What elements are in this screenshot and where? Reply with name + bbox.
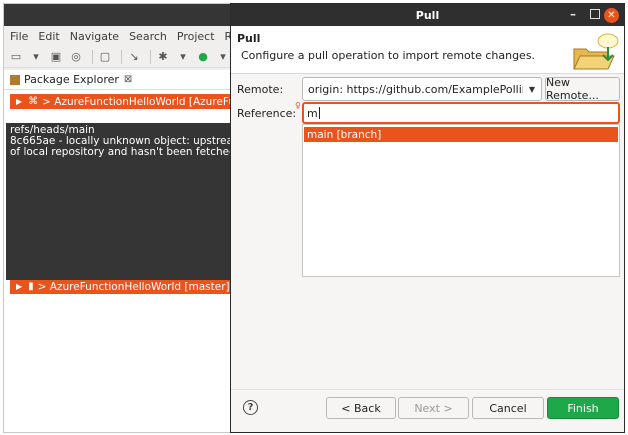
dropdown-icon[interactable]: ▾ <box>28 49 44 65</box>
menu-file[interactable]: File <box>10 30 28 43</box>
menu-navigate[interactable]: Navigate <box>70 30 119 43</box>
cancel-button[interactable]: Cancel <box>472 397 544 419</box>
close-icon[interactable]: ⊠ <box>124 74 132 85</box>
remote-select-value: origin: https://github.com/ExamplePollin… <box>308 82 523 96</box>
menu-search[interactable]: Search <box>129 30 167 43</box>
toolbar-separator <box>150 49 151 64</box>
toolbar-separator <box>121 49 122 64</box>
pull-banner-icon <box>573 33 619 70</box>
remote-select[interactable]: origin: https://github.com/ExamplePollin… <box>302 77 542 101</box>
toggle-icon[interactable]: ↘ <box>126 49 142 65</box>
repository-icon: ▮ <box>28 281 34 292</box>
reference-label: Reference: <box>237 107 297 120</box>
new-icon[interactable]: ▭ <box>8 49 24 65</box>
content-assist-popup: main [branch] <box>302 124 620 277</box>
save-all-icon[interactable]: ◎ <box>68 49 84 65</box>
proposal-item[interactable]: main [branch] <box>304 127 618 142</box>
package-explorer-tab-label: Package Explorer <box>24 73 119 86</box>
terminal-icon[interactable]: ▢ <box>97 49 113 65</box>
menu-project[interactable]: Project <box>177 30 215 43</box>
run-icon[interactable]: ● <box>195 49 211 65</box>
content-assist-indicator-icon: ♀ <box>295 101 301 110</box>
chevron-down-icon[interactable]: ▼ <box>523 85 541 94</box>
dialog-header-title: Pull <box>237 32 261 45</box>
dialog-window-title: Pull <box>415 8 440 22</box>
debug-icon[interactable]: ✱ <box>155 49 171 65</box>
dialog-header-description: Configure a pull operation to import rem… <box>241 49 536 62</box>
dropdown-icon[interactable]: ▾ <box>215 49 231 65</box>
dialog-header: Pull Configure a pull operation to impor… <box>231 26 624 74</box>
maximize-icon[interactable] <box>590 9 600 19</box>
next-button[interactable]: Next > <box>398 397 469 419</box>
minimize-icon[interactable]: – <box>566 8 580 22</box>
text-caret <box>318 107 320 119</box>
dialog-titlebar: Pull – ✕ <box>231 4 624 26</box>
dropdown-icon[interactable]: ▾ <box>175 49 191 65</box>
remote-label: Remote: <box>237 83 284 96</box>
chevron-right-icon[interactable]: ▶ <box>16 282 22 291</box>
new-remote-button[interactable]: New Remote... <box>545 76 620 102</box>
reference-input-value: m <box>307 106 318 120</box>
close-icon[interactable]: ✕ <box>604 8 619 23</box>
save-icon[interactable]: ▣ <box>48 49 64 65</box>
package-explorer-icon <box>10 74 20 85</box>
help-icon[interactable]: ? <box>243 400 258 415</box>
back-button[interactable]: < Back <box>326 397 396 419</box>
menu-edit[interactable]: Edit <box>38 30 59 43</box>
dialog-footer-divider <box>231 389 624 390</box>
finish-button[interactable]: Finish <box>547 397 619 419</box>
pull-dialog: Pull – ✕ Pull Configure a pull operation… <box>230 3 625 433</box>
toolbar-separator <box>92 49 93 64</box>
project-icon: ⌘ <box>28 96 39 107</box>
reference-input[interactable]: m <box>302 102 620 124</box>
chevron-right-icon[interactable]: ▶ <box>16 97 22 106</box>
